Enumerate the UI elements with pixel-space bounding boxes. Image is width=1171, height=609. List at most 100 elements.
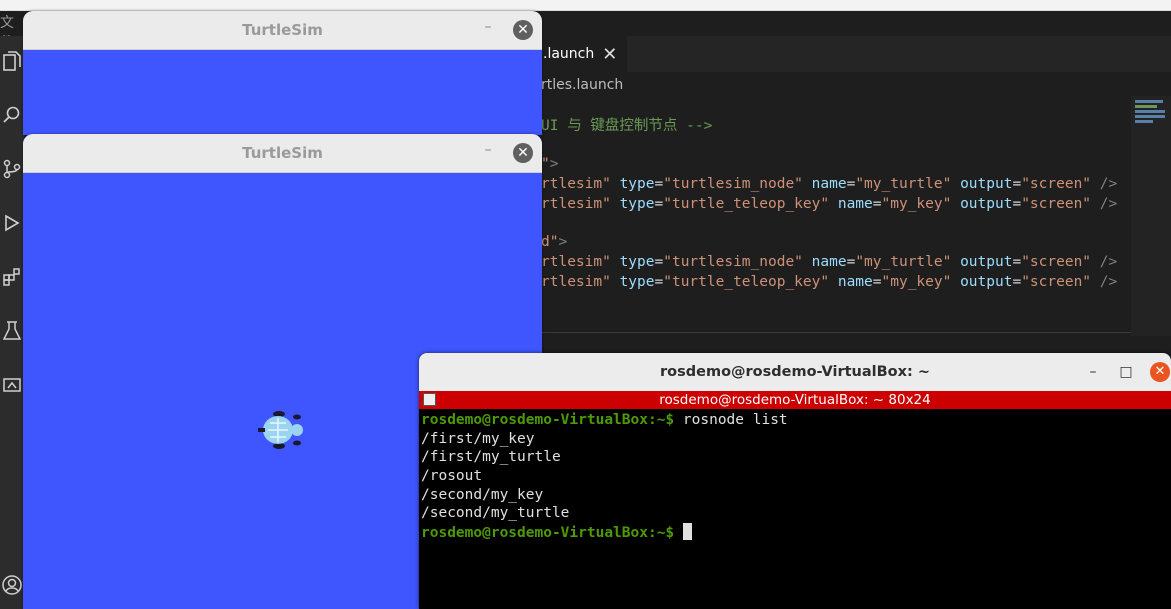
minimize-button[interactable]: – <box>1083 362 1103 382</box>
code-op: = <box>654 196 664 212</box>
shell-prompt: rosdemo@rosdemo-VirtualBox:~$ <box>421 412 675 428</box>
code-attr: name <box>837 274 873 290</box>
code-string: rtlesim" <box>541 196 611 212</box>
maximize-button[interactable]: □ <box>1116 362 1136 382</box>
code-op: = <box>654 254 664 270</box>
code-attr: type <box>619 254 655 270</box>
minimap[interactable] <box>1131 96 1171 336</box>
terminal-line: /rosout <box>421 468 483 485</box>
breadcrumb[interactable]: rtles.launch <box>541 74 623 96</box>
code-op: = <box>1012 254 1022 270</box>
shell-command: rosnode list <box>674 412 788 428</box>
source-control-icon[interactable] <box>0 154 24 184</box>
close-button[interactable]: ✕ <box>513 20 533 40</box>
close-button[interactable]: ✕ <box>1150 362 1170 382</box>
code-line: rtlesim" type="turtle_teleop_key" name="… <box>541 272 1117 292</box>
code-attr: type <box>619 274 655 290</box>
code-attr: name <box>811 176 847 192</box>
terminal-line: /second/my_key <box>421 486 544 503</box>
window-title: TurtleSim <box>242 144 323 162</box>
code-op: = <box>872 274 882 290</box>
turtlesim-window-1-titlebar[interactable]: TurtleSim – ✕ <box>23 11 542 50</box>
code-tag-bracket: /> <box>1091 254 1118 270</box>
code-op: = <box>654 176 664 192</box>
code-string: " <box>541 156 550 172</box>
code-attr: output <box>960 274 1013 290</box>
code-string: d" <box>541 234 559 250</box>
terminal-line: /first/my_turtle <box>421 449 561 466</box>
code-op: = <box>654 274 664 290</box>
files-icon[interactable] <box>0 46 24 76</box>
code-line: UI 与 键盘控制节点 --> <box>541 116 712 136</box>
code-line: "> <box>541 154 558 174</box>
close-icon[interactable]: ✕ <box>602 44 617 65</box>
shell-prompt: rosdemo@rosdemo-VirtualBox:~$ <box>421 525 675 542</box>
code-op: = <box>872 196 882 212</box>
terminal-line: rosdemo@rosdemo-VirtualBox:~$ <box>421 523 788 542</box>
code-tag-bracket: > <box>549 156 559 172</box>
code-string: "my_key" <box>881 274 952 290</box>
turtlesim-window-1[interactable]: TurtleSim – ✕ <box>23 11 542 135</box>
code-string: "my_turtle" <box>855 176 952 192</box>
code-string: "turtlesim_node" <box>663 254 803 270</box>
code-tag-bracket: /> <box>1091 274 1118 290</box>
code-op: = <box>1012 176 1022 192</box>
code-attr: output <box>960 254 1013 270</box>
search-icon[interactable] <box>0 100 24 130</box>
code-tag-bracket: /> <box>1091 196 1118 212</box>
code-line: rtlesim" type="turtlesim_node" name="my_… <box>541 252 1117 272</box>
code-tag-bracket: > <box>558 234 568 250</box>
testing-icon[interactable] <box>0 316 24 346</box>
code-attr: name <box>811 254 847 270</box>
account-icon[interactable] <box>0 570 24 600</box>
terminal-window[interactable]: rosdemo@rosdemo-VirtualBox: ~ – □ ✕ rosd… <box>419 353 1171 609</box>
code-string: "screen" <box>1021 254 1092 270</box>
code-string: "screen" <box>1021 274 1092 290</box>
window-title: TurtleSim <box>242 21 323 39</box>
code-string: "my_key" <box>881 196 952 212</box>
remote-explorer-icon[interactable] <box>0 370 24 400</box>
code-string: "turtle_teleop_key" <box>663 196 830 212</box>
code-attr: name <box>837 196 873 212</box>
editor-tab-launch[interactable]: .launch ✕ <box>541 36 628 72</box>
activity-bar <box>0 36 24 609</box>
editor-tab-label: .launch <box>543 46 595 62</box>
code-string: "screen" <box>1021 196 1092 212</box>
code-string: "screen" <box>1021 176 1092 192</box>
close-button[interactable]: ✕ <box>513 143 533 163</box>
terminal-line: /second/my_turtle <box>421 505 570 522</box>
editor-divider <box>541 332 1131 333</box>
code-string: rtlesim" <box>541 274 611 290</box>
run-debug-icon[interactable] <box>0 208 24 238</box>
code-string: rtlesim" <box>541 176 611 192</box>
terminal-line: rosdemo@rosdemo-VirtualBox:~$ rosnode li… <box>421 411 788 430</box>
code-op: = <box>846 254 856 270</box>
turtlesim-window-2-titlebar[interactable]: TurtleSim – ✕ <box>23 134 542 173</box>
code-op: = <box>1012 274 1022 290</box>
minimize-button[interactable]: – <box>481 19 495 39</box>
code-comment: UI 与 键盘控制节点 --> <box>541 118 713 134</box>
terminal-output[interactable]: rosdemo@rosdemo-VirtualBox:~$ rosnode li… <box>421 411 788 542</box>
code-op: = <box>1012 196 1022 212</box>
turtle-icon <box>258 411 303 449</box>
terminal-tab-title: rosdemo@rosdemo-VirtualBox: ~ 80x24 <box>659 392 931 408</box>
code-string: "turtlesim_node" <box>663 176 803 192</box>
terminal-titlebar[interactable]: rosdemo@rosdemo-VirtualBox: ~ – □ ✕ <box>419 353 1171 391</box>
extensions-icon[interactable] <box>0 262 24 292</box>
minimize-button[interactable]: – <box>481 142 495 162</box>
code-string: rtlesim" <box>541 254 611 270</box>
terminal-tab-bar: rosdemo@rosdemo-VirtualBox: ~ 80x24 <box>419 391 1171 409</box>
code-line: rtlesim" type="turtlesim_node" name="my_… <box>541 174 1117 194</box>
top-bar <box>0 0 1171 11</box>
code-line: d"> <box>541 232 567 252</box>
code-string: "my_turtle" <box>855 254 952 270</box>
